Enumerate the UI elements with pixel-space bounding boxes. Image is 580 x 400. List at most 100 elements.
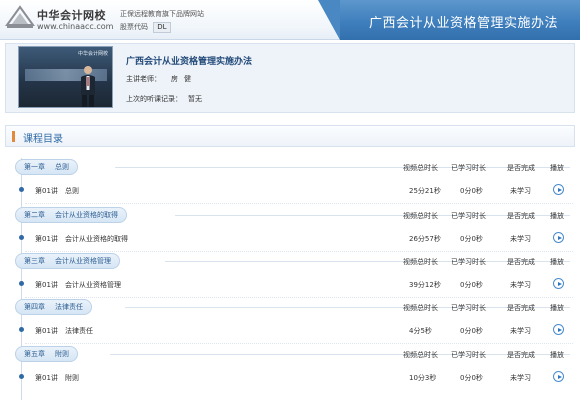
lecture-name[interactable]: 会计从业资格的取得 [65, 234, 128, 244]
lecture-row[interactable]: 第01讲 附则 10分3秒 0分0秒 未学习 [5, 363, 575, 391]
column-header-play: 播放 [550, 304, 564, 312]
lecture-row[interactable]: 第01讲 总则 25分21秒 0分0秒 未学习 [5, 176, 575, 204]
chapter-number: 第四章 [24, 303, 45, 311]
chapter-header: 第二章 会计从业资格的取得 视频总时长 已学习时长 是否完成 播放 [5, 206, 575, 224]
lecture-total-duration: 4分5秒 [409, 327, 432, 335]
column-header-total: 视频总时长 [403, 258, 438, 266]
lecture-row[interactable]: 第01讲 法律责任 4分5秒 0分0秒 未学习 [5, 316, 575, 344]
course-thumbnail[interactable]: 中华会计网校 [18, 46, 113, 108]
chapter: 第三章 会计从业资格管理 视频总时长 已学习时长 是否完成 播放 第01讲 会计从… [5, 252, 575, 298]
lecture-total-duration: 10分3秒 [409, 374, 437, 382]
column-header-done: 是否完成 [507, 351, 535, 359]
course-title: 广西会计从业资格管理实施办法 [126, 57, 253, 67]
column-header-play: 播放 [550, 164, 564, 172]
thumbnail-caption: 中华会计网校 [77, 51, 108, 57]
column-header-done: 是否完成 [507, 164, 535, 172]
lecture-number: 第01讲 [35, 281, 58, 289]
record-row: 上次的听课记录： 暂无 [126, 94, 202, 104]
teacher-label: 主讲老师： [126, 75, 161, 83]
column-header-play: 播放 [550, 258, 564, 266]
lecture-total-duration: 25分21秒 [409, 187, 441, 195]
lecture-learned-duration: 0分0秒 [460, 187, 483, 195]
timeline-dot [19, 187, 24, 192]
column-header-done: 是否完成 [507, 304, 535, 312]
lecture-learned-duration: 0分0秒 [460, 374, 483, 382]
site-logo[interactable]: 中华会计网校 www.chinaacc.com [5, 5, 117, 35]
page-title: 广西会计从业资格管理实施办法 [368, 16, 558, 31]
lecture-number: 第01讲 [35, 374, 58, 382]
chapter-name: 总则 [55, 163, 69, 171]
lecture-learned-duration: 0分0秒 [460, 327, 483, 335]
row-divider [25, 343, 573, 344]
column-header-total: 视频总时长 [403, 212, 438, 220]
lecture-name[interactable]: 附则 [65, 373, 79, 383]
chapter-number: 第二章 [24, 211, 45, 219]
play-icon[interactable] [553, 232, 564, 243]
timeline-dot [19, 281, 24, 286]
chapter-name: 附则 [55, 350, 69, 358]
lecture-name[interactable]: 会计从业资格管理 [65, 280, 121, 290]
chapter-name: 法律责任 [55, 303, 83, 311]
chapter: 第五章 附则 视频总时长 已学习时长 是否完成 播放 第01讲 附则 10分3秒 … [5, 345, 575, 391]
slogan: 正保远程教育旗下品牌网站 股票代码 DL [120, 9, 230, 35]
lecture-number: 第01讲 [35, 235, 58, 243]
chapter-header: 第四章 法律责任 视频总时长 已学习时长 是否完成 播放 [5, 298, 575, 316]
chapter-number: 第一章 [24, 163, 45, 171]
chapter-title[interactable]: 第二章 会计从业资格的取得 [15, 207, 127, 223]
timeline-dot [19, 327, 24, 332]
chapter-title[interactable]: 第四章 法律责任 [15, 299, 92, 315]
catalog-marker [12, 131, 15, 142]
lecture-total-duration: 39分12秒 [409, 281, 441, 289]
lecture-learned-duration: 0分0秒 [460, 235, 483, 243]
chapter: 第二章 会计从业资格的取得 视频总时长 已学习时长 是否完成 播放 第01讲 会计… [5, 206, 575, 252]
column-header-learned: 已学习时长 [451, 212, 486, 220]
lecture-name[interactable]: 总则 [65, 186, 79, 196]
teacher-row: 主讲老师： 房健 [126, 74, 197, 84]
column-header-learned: 已学习时长 [451, 304, 486, 312]
play-icon[interactable] [553, 324, 564, 335]
chapter-divider [125, 307, 570, 308]
lecture-number: 第01讲 [35, 327, 58, 335]
lecturer-figure-icon [81, 66, 95, 107]
lecture-row[interactable]: 第01讲 会计从业资格管理 39分12秒 0分0秒 未学习 [5, 270, 575, 298]
timeline-dot [19, 374, 24, 379]
site-header: 中华会计网校 www.chinaacc.com 正保远程教育旗下品牌网站 股票代… [0, 0, 580, 40]
lecture-row[interactable]: 第01讲 会计从业资格的取得 26分57秒 0分0秒 未学习 [5, 224, 575, 252]
lecture-name[interactable]: 法律责任 [65, 326, 93, 336]
column-header-learned: 已学习时长 [451, 351, 486, 359]
chapter: 第一章 总则 视频总时长 已学习时长 是否完成 播放 第01讲 总则 25分21秒… [5, 158, 575, 204]
column-header-learned: 已学习时长 [451, 164, 486, 172]
lecture-status: 未学习 [510, 281, 531, 289]
stock-code: DL [153, 22, 171, 33]
record-label: 上次的听课记录： [126, 95, 182, 103]
chapter-number: 第五章 [24, 350, 45, 358]
stock-info: 股票代码 DL [120, 22, 230, 33]
play-icon[interactable] [553, 184, 564, 195]
chapter-name: 会计从业资格管理 [55, 257, 111, 265]
play-icon[interactable] [553, 371, 564, 382]
catalog-header: 课程目录 [5, 125, 575, 147]
logo-name: 中华会计网校 [37, 9, 106, 22]
logo-icon [5, 5, 35, 28]
column-header-total: 视频总时长 [403, 351, 438, 359]
lecture-total-duration: 26分57秒 [409, 235, 441, 243]
chapter-header: 第五章 附则 视频总时长 已学习时长 是否完成 播放 [5, 345, 575, 363]
chapter-title[interactable]: 第一章 总则 [15, 159, 78, 175]
lecture-status: 未学习 [510, 235, 531, 243]
chapter-header: 第一章 总则 视频总时长 已学习时长 是否完成 播放 [5, 158, 575, 176]
chapter-title[interactable]: 第五章 附则 [15, 346, 78, 362]
play-icon[interactable] [553, 278, 564, 289]
column-header-play: 播放 [550, 212, 564, 220]
column-header-total: 视频总时长 [403, 164, 438, 172]
catalog-list: 第一章 总则 视频总时长 已学习时长 是否完成 播放 第01讲 总则 25分21秒… [5, 150, 575, 400]
teacher-name: 房健 [171, 75, 197, 83]
chapter-title[interactable]: 第三章 会计从业资格管理 [15, 253, 120, 269]
column-header-done: 是否完成 [507, 258, 535, 266]
chapter: 第四章 法律责任 视频总时长 已学习时长 是否完成 播放 第01讲 法律责任 4分… [5, 298, 575, 344]
timeline-dot [19, 235, 24, 240]
column-header-total: 视频总时长 [403, 304, 438, 312]
lecture-number: 第01讲 [35, 187, 58, 195]
lecture-learned-duration: 0分0秒 [460, 281, 483, 289]
header-title-banner: 广西会计从业资格管理实施办法 [318, 0, 580, 40]
chapter-number: 第三章 [24, 257, 45, 265]
